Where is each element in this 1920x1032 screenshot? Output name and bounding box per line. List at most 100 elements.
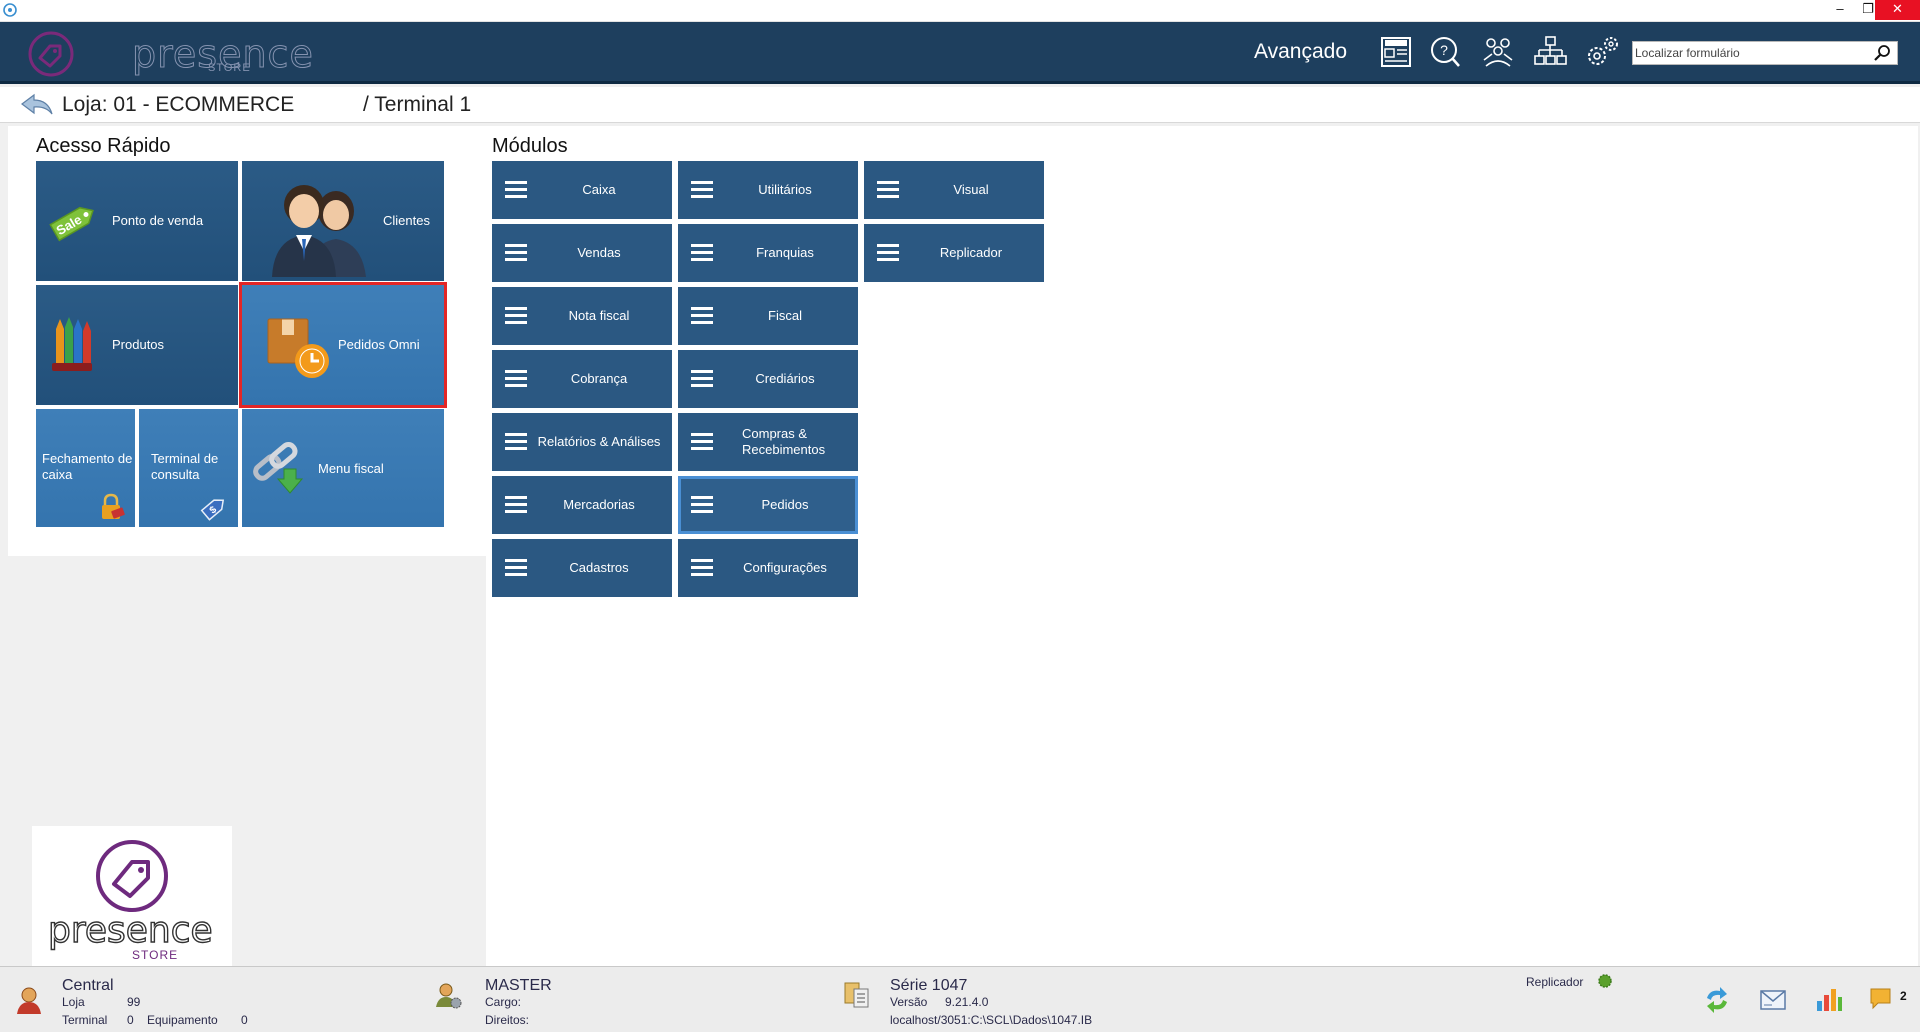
module-label: Compras & Recebimentos: [742, 426, 826, 457]
help-chat-icon[interactable]: ?: [1426, 32, 1466, 72]
module-nota-fiscal[interactable]: Nota fiscal: [492, 287, 672, 345]
users-group-icon[interactable]: [1478, 32, 1518, 72]
close-button[interactable]: ✕: [1875, 0, 1920, 20]
module-cadastros[interactable]: Cadastros: [492, 539, 672, 597]
search-box: [1632, 41, 1898, 65]
tile-label: Clientes: [383, 213, 430, 228]
module-label: Visual: [953, 182, 989, 197]
menu-icon: [877, 181, 899, 199]
tile-ponto-de-venda[interactable]: Sale Ponto de venda: [36, 161, 238, 281]
presence-logo: presence STORE: [26, 28, 313, 78]
module-label: Cadastros: [569, 560, 629, 575]
search-input[interactable]: [1635, 44, 1865, 62]
module-caixa[interactable]: Caixa: [492, 161, 672, 219]
bar-chart-icon[interactable]: [1814, 983, 1844, 1013]
serie-title: Série 1047: [890, 977, 968, 994]
module-replicador[interactable]: Replicador: [864, 224, 1044, 282]
module-crediarios[interactable]: Crediários: [678, 350, 858, 408]
news-icon[interactable]: [1376, 32, 1416, 72]
master-user-gear-icon: [436, 983, 462, 1009]
tile-label: Ponto de venda: [112, 213, 204, 228]
module-relatorios-analises[interactable]: Relatórios & Análises: [492, 413, 672, 471]
module-compras-recebimentos[interactable]: Compras & Recebimentos: [678, 413, 858, 471]
chain-download-icon: [253, 442, 304, 494]
menu-icon: [505, 559, 527, 577]
box-clock-icon: [267, 318, 329, 378]
window-titlebar: – ❐ ✕: [0, 0, 1920, 22]
module-cobranca[interactable]: Cobrança: [492, 350, 672, 408]
sync-icon[interactable]: [1702, 985, 1732, 1015]
menu-icon: [691, 307, 713, 325]
mail-icon[interactable]: [1758, 985, 1788, 1015]
module-label: Configurações: [743, 560, 827, 575]
module-vendas[interactable]: Vendas: [492, 224, 672, 282]
settings-gears-icon[interactable]: [1582, 32, 1622, 72]
menu-icon: [691, 559, 713, 577]
terminal-label: / Terminal 1: [363, 93, 472, 116]
brand-subtitle: STORE: [132, 948, 179, 962]
module-label: Nota fiscal: [568, 308, 630, 323]
module-utilitarios[interactable]: Utilitários: [678, 161, 858, 219]
breadcrumb: Loja: 01 - ECOMMERCE / Terminal 1: [0, 87, 1920, 123]
database-path: localhost/3051:C:\SCL\Dados\1047.IB: [890, 1013, 1093, 1027]
menu-icon: [505, 181, 527, 199]
brand-logo-card: presence STORE: [32, 826, 232, 966]
module-label: Cobrança: [570, 371, 628, 386]
module-visual[interactable]: Visual: [864, 161, 1044, 219]
module-label: Franquias: [756, 245, 814, 260]
logo-tag-icon: [28, 31, 74, 77]
products-crayons-icon: [52, 317, 92, 371]
notifications-count: 2: [1900, 989, 1907, 1003]
versao-value: 9.21.4.0: [945, 995, 989, 1009]
app-header: presence STORE Avançado ?: [0, 22, 1920, 84]
module-pedidos[interactable]: Pedidos: [678, 476, 858, 534]
tile-fechamento-de-caixa[interactable]: Fechamento de caixa: [36, 409, 135, 527]
replicador-label: Replicador: [1526, 975, 1584, 989]
module-fiscal[interactable]: Fiscal: [678, 287, 858, 345]
module-configuracoes[interactable]: Configurações: [678, 539, 858, 597]
clients-people-icon: [272, 185, 366, 277]
menu-icon: [691, 244, 713, 262]
menu-icon: [505, 244, 527, 262]
direitos-label: Direitos:: [485, 1013, 530, 1027]
module-label: Crediários: [755, 371, 815, 386]
user-title: Central: [62, 977, 114, 994]
menu-icon: [505, 496, 527, 514]
store-label: Loja: 01 - ECOMMERCE: [62, 93, 295, 116]
search-icon[interactable]: [1873, 44, 1893, 62]
back-arrow-icon[interactable]: [20, 92, 54, 118]
svg-text:?: ?: [1440, 42, 1448, 58]
tile-menu-fiscal[interactable]: Menu fiscal: [242, 409, 444, 527]
module-mercadorias[interactable]: Mercadorias: [492, 476, 672, 534]
network-icon[interactable]: [1530, 32, 1570, 72]
user-icon: [17, 987, 41, 1014]
brand-wordmark: presence: [47, 910, 213, 951]
mode-label[interactable]: Avançado: [1254, 40, 1347, 64]
module-franquias[interactable]: Franquias: [678, 224, 858, 282]
tile-label: Terminal de consulta: [151, 451, 219, 482]
loja-label: Loja: [62, 995, 85, 1009]
notifications-chat-icon[interactable]: [1868, 981, 1898, 1011]
module-label: Mercadorias: [563, 497, 635, 512]
tile-clientes[interactable]: Clientes: [242, 161, 444, 281]
versao-label: Versão: [890, 995, 928, 1009]
tile-terminal-de-consulta[interactable]: Terminal de consulta $: [139, 409, 238, 527]
tile-pedidos-omni[interactable]: Pedidos Omni: [239, 282, 447, 408]
module-label: Replicador: [939, 245, 1003, 260]
lock-icon: [102, 493, 125, 519]
tile-label: Produtos: [112, 337, 165, 352]
quick-access-title: Acesso Rápido: [36, 135, 171, 157]
module-label: Vendas: [577, 245, 621, 260]
module-label: Utilitários: [758, 182, 812, 197]
equipamento-label: Equipamento: [147, 1013, 218, 1027]
tile-label: Pedidos Omni: [338, 337, 420, 352]
menu-icon: [691, 181, 713, 199]
equipamento-value: 0: [241, 1013, 248, 1027]
module-label: Pedidos: [761, 497, 809, 512]
module-label: Caixa: [582, 182, 616, 197]
menu-icon: [505, 433, 527, 451]
tile-label: Menu fiscal: [318, 461, 384, 476]
database-server-icon: [844, 982, 869, 1008]
tile-produtos[interactable]: Produtos: [36, 285, 238, 405]
sale-tag-icon: Sale: [49, 206, 94, 242]
